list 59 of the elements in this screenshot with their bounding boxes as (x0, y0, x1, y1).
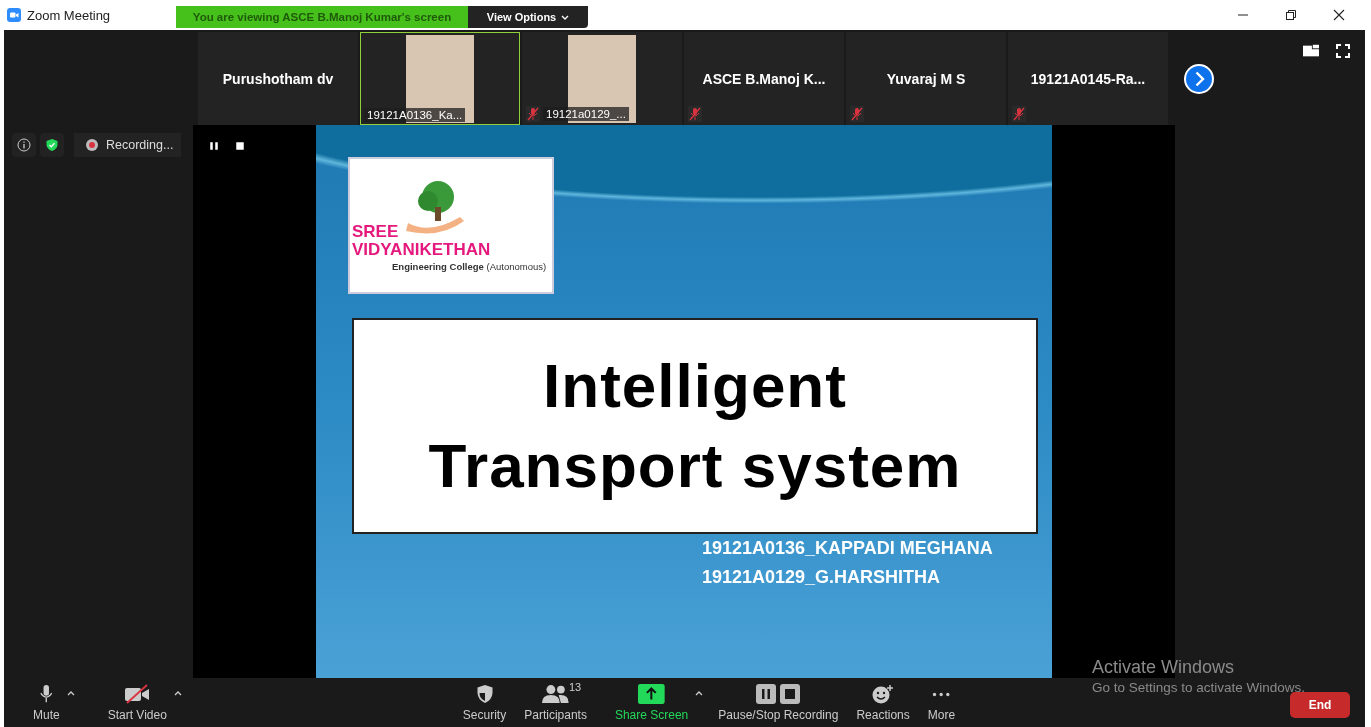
record-icon (86, 139, 98, 151)
participant-tile[interactable]: Yuvaraj M S (846, 32, 1006, 125)
participants-icon (542, 684, 569, 704)
logo-text: SREE (352, 223, 399, 241)
participant-name: 19121A0145-Ra... (1030, 70, 1146, 87)
participant-tile[interactable]: 19121A0136_Ka... (360, 32, 520, 125)
more-icon (932, 691, 951, 697)
pause-stop-icon (756, 684, 801, 704)
participant-name: ASCE B.Manoj K... (702, 70, 826, 87)
caret-icon (561, 14, 570, 20)
share-screen-icon (638, 684, 665, 704)
window-title: Zoom Meeting (27, 7, 112, 23)
participant-name: Purushotham dv (222, 70, 334, 87)
toolbar-button[interactable]: Pause/Stop Recording (715, 683, 842, 722)
end-meeting-button[interactable]: End (1290, 691, 1350, 718)
participant-name: Yuvaraj M S (886, 70, 966, 87)
restore-icon[interactable] (1285, 9, 1297, 21)
stop-button[interactable] (235, 141, 245, 151)
recording-label: Recording... (106, 138, 174, 152)
close-icon[interactable] (1333, 9, 1345, 21)
info-button[interactable] (12, 133, 36, 157)
participant-tile[interactable]: 19121a0129_... (522, 32, 682, 125)
participant-tile[interactable]: Purushotham dv (198, 32, 358, 125)
caret-icon[interactable] (66, 691, 75, 696)
toolbar-button[interactable]: Share Screen (611, 683, 692, 722)
layout-icon[interactable] (1303, 44, 1319, 58)
activation-notice-title: Activate Windows (1091, 657, 1235, 678)
author-text: 19121A0136_KAPPADI MEGHANA (702, 538, 993, 559)
smiley-icon (872, 684, 895, 704)
pause-button[interactable] (209, 141, 219, 151)
participant-name: 19121A0136_Ka... (364, 108, 466, 122)
slide-title: Transport system (428, 430, 962, 502)
participant-name: 19121a0129_... (543, 107, 629, 121)
author-text: 19121A0129_G.HARSHITHA (702, 567, 942, 588)
zoom-logo-icon (7, 8, 21, 22)
logo-subtitle: Engineering College (Autonomous) (392, 261, 547, 272)
slide-title: Intelligent (543, 350, 847, 422)
fullscreen-icon[interactable] (1335, 44, 1351, 58)
participant-count: 13 (568, 681, 582, 693)
toolbar-button[interactable]: Start Video (104, 683, 170, 722)
sharing-banner: You are viewing ASCE B.Manoj Kumar's screen (176, 6, 468, 28)
video-off-icon (124, 684, 151, 704)
toolbar-button[interactable]: Reactions (853, 683, 913, 722)
view-options-button[interactable]: View Options (468, 6, 588, 28)
logo-text: VIDYANIKETHAN (352, 241, 491, 259)
toolbar-button[interactable]: Security (459, 683, 510, 722)
toolbar-button[interactable]: 13 Participants (521, 683, 590, 722)
next-page-button[interactable] (1183, 62, 1215, 95)
participant-tile[interactable]: 19121A0145-Ra... (1008, 32, 1168, 125)
shield-icon (475, 684, 494, 704)
toolbar-button[interactable]: More (924, 683, 959, 722)
security-shield-button[interactable] (40, 133, 64, 157)
caret-icon[interactable] (695, 691, 704, 696)
shield-check-icon (45, 138, 59, 152)
info-icon (17, 138, 31, 152)
toolbar-button[interactable]: Mute (30, 683, 63, 722)
microphone-icon (39, 684, 54, 704)
participant-tile[interactable]: ASCE B.Manoj K... (684, 32, 844, 125)
caret-icon[interactable] (173, 691, 182, 696)
